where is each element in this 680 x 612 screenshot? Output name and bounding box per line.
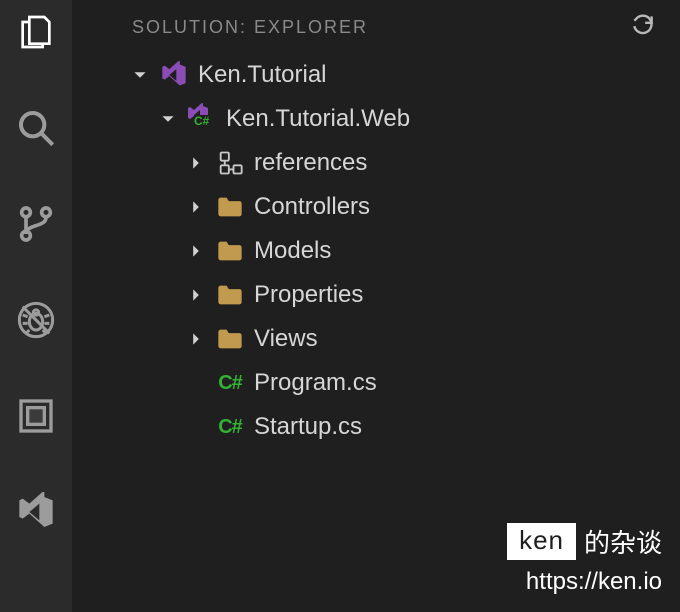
solution-explorer-panel: SOLUTION: EXPLORER Ken.Tutorial C# (72, 0, 680, 612)
csharp-file-icon: C# (216, 413, 244, 441)
tree-node-item[interactable]: Properties (72, 273, 680, 317)
watermark-badge: ken (507, 523, 576, 560)
files-icon (16, 12, 56, 57)
folder-icon (216, 325, 244, 353)
folder-icon (216, 193, 244, 221)
folder-icon (216, 237, 244, 265)
tree-node-label: Properties (254, 283, 363, 307)
chevron-right-icon (186, 332, 206, 346)
solution-tree: Ken.Tutorial C# Ken.Tutorial.Web referen… (72, 53, 680, 449)
csharp-file-icon: C# (216, 369, 244, 397)
visual-studio-icon (16, 492, 56, 537)
tree-node-item[interactable]: C# Startup.cs (72, 405, 680, 449)
folder-icon (216, 281, 244, 309)
activity-search[interactable] (12, 106, 60, 154)
tree-node-label: Startup.cs (254, 415, 362, 439)
tree-node-item[interactable]: references (72, 141, 680, 185)
chevron-right-icon (186, 244, 206, 258)
refresh-icon (630, 25, 656, 42)
activity-extensions[interactable] (12, 394, 60, 442)
activity-vs[interactable] (12, 490, 60, 538)
tree-node-item[interactable]: Controllers (72, 185, 680, 229)
activity-source-control[interactable] (12, 202, 60, 250)
chevron-right-icon (186, 288, 206, 302)
tree-node-label: Controllers (254, 195, 370, 219)
activity-bar (0, 0, 72, 612)
tree-node-label: Models (254, 239, 331, 263)
visual-studio-icon (160, 61, 188, 89)
tree-node-item[interactable]: C# Program.cs (72, 361, 680, 405)
tree-node-item[interactable]: Models (72, 229, 680, 273)
extensions-icon (16, 396, 56, 441)
search-icon (16, 108, 56, 153)
tree-node-label: references (254, 151, 367, 175)
watermark: ken 的杂谈 https://ken.io (507, 523, 662, 596)
tree-node-label: Program.cs (254, 371, 377, 395)
chevron-right-icon (186, 156, 206, 170)
tree-node-label: Views (254, 327, 318, 351)
activity-explorer[interactable] (12, 10, 60, 58)
activity-debug[interactable] (12, 298, 60, 346)
no-bug-icon (16, 300, 56, 345)
tree-node-project[interactable]: C# Ken.Tutorial.Web (72, 97, 680, 141)
branch-icon (16, 204, 56, 249)
tree-node-item[interactable]: Views (72, 317, 680, 361)
panel-header: SOLUTION: EXPLORER (72, 12, 680, 53)
chevron-down-icon (130, 68, 150, 82)
tree-node-solution[interactable]: Ken.Tutorial (72, 53, 680, 97)
tree-node-label: Ken.Tutorial.Web (226, 107, 410, 131)
panel-title: SOLUTION: EXPLORER (132, 17, 368, 38)
chevron-right-icon (186, 200, 206, 214)
watermark-suffix: 的杂谈 (584, 523, 662, 560)
tree-node-label: Ken.Tutorial (198, 63, 327, 87)
references-icon (216, 149, 244, 177)
csharp-project-icon: C# (188, 105, 216, 133)
refresh-button[interactable] (630, 12, 656, 43)
watermark-url: https://ken.io (507, 568, 662, 596)
chevron-down-icon (158, 112, 178, 126)
